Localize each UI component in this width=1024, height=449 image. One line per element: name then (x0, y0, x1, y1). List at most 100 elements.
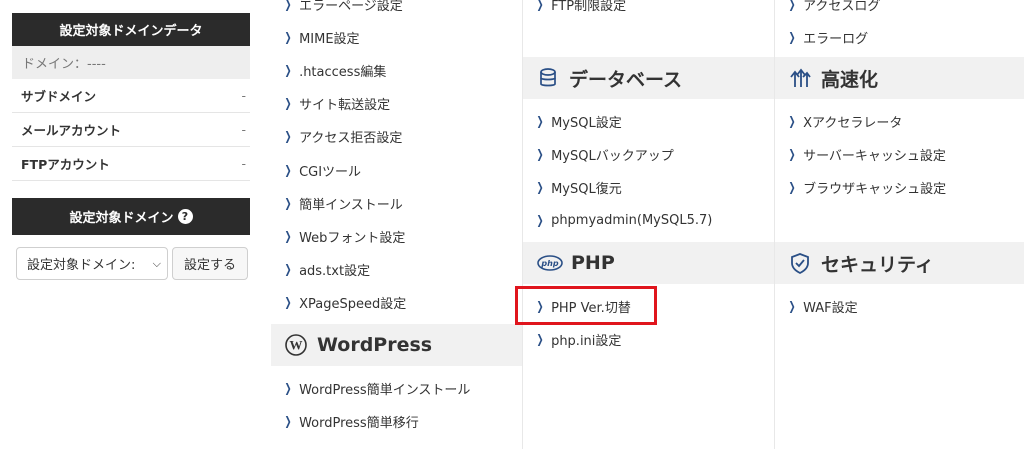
menu-item-label: MIME設定 (299, 31, 360, 47)
chevron-right-icon: ❯ (284, 30, 292, 44)
svg-text:W: W (290, 338, 303, 353)
menu-item[interactable]: ❯ MySQL設定 (535, 111, 622, 131)
section-title: 高速化 (821, 68, 879, 91)
info-row-ftp-account: FTPアカウント - (12, 147, 250, 181)
menu-item-label: ブラウザキャッシュ設定 (803, 181, 947, 197)
chevron-right-icon: ❯ (284, 229, 292, 243)
php-icon: php (537, 255, 563, 271)
menu-item[interactable]: ❯ phpmyadmin(MySQL5.7) (535, 210, 713, 230)
menu-item-label: MySQL復元 (551, 181, 622, 197)
menu-item[interactable]: ❯ サイト転送設定 (283, 93, 391, 113)
menu-item[interactable]: ❯ php.ini設定 (535, 329, 622, 349)
chevron-right-icon: ❯ (284, 196, 292, 210)
menu-item-label: WAF設定 (803, 300, 858, 316)
chevron-right-icon: ❯ (284, 129, 292, 143)
target-domain-data-panel: 設定対象ドメインデータ ドメイン：---- サブドメイン - メールアカウント … (12, 13, 250, 181)
menu-item[interactable]: ❯ WordPress簡単インストール (283, 378, 471, 398)
domain-select-row: 設定対象ドメイン: ⌵ 設定する (16, 247, 248, 280)
menu-item[interactable]: ❯ WordPress簡単移行 (283, 411, 419, 431)
chevron-right-icon: ❯ (284, 381, 292, 395)
chevron-right-icon: ❯ (536, 114, 544, 128)
menu-column-1: ❯ エラーページ設定 ❯ MIME設定 ❯ .htaccess編集 ❯ サイト転送設定 … (271, 0, 522, 449)
set-domain-button[interactable]: 設定する (172, 247, 248, 280)
chevron-right-icon: ❯ (284, 295, 292, 309)
info-row-subdomain: サブドメイン - (12, 79, 250, 113)
chevron-right-icon: ❯ (536, 332, 544, 346)
section-title: PHP (571, 252, 615, 274)
chevron-right-icon: ❯ (788, 147, 796, 161)
menu-item[interactable]: ❯ Xアクセラレータ (787, 111, 903, 131)
menu-item[interactable]: ❯ XPageSpeed設定 (283, 292, 407, 312)
menu-item-label: phpmyadmin(MySQL5.7) (551, 212, 713, 228)
menu-item[interactable]: ❯ サーバーキャッシュ設定 (787, 144, 946, 164)
chevron-right-icon: ❯ (284, 414, 292, 428)
target-domain-panel: 設定対象ドメイン ? (12, 198, 250, 235)
highlight-box (515, 286, 657, 325)
menu-item-label: 簡単インストール (299, 197, 403, 213)
domain-select[interactable]: 設定対象ドメイン: ⌵ (16, 247, 168, 280)
chevron-right-icon: ❯ (788, 0, 796, 11)
chevron-right-icon: ❯ (536, 180, 544, 194)
php-badge-text: php (540, 259, 558, 268)
menu-item[interactable]: ❯ .htaccess編集 (283, 60, 387, 80)
menu-item[interactable]: ❯ ブラウザキャッシュ設定 (787, 177, 947, 197)
chevron-right-icon: ❯ (788, 299, 796, 313)
menu-item-label: FTP制限設定 (551, 0, 627, 14)
section-header-wordpress: W WordPress (271, 324, 522, 366)
chevron-right-icon: ❯ (284, 63, 292, 77)
chevron-right-icon: ❯ (536, 147, 544, 161)
menu-item-label: MySQLバックアップ (551, 148, 674, 164)
menu-item[interactable]: ❯ MySQLバックアップ (535, 144, 674, 164)
chevron-right-icon: ❯ (284, 163, 292, 177)
section-header-speed: 高速化 (775, 57, 1024, 99)
menu-column-3: ❯ アクセスログ ❯ エラーログ 高速化 ❯ Xアクセラレータ ❯ サーバーキャッシュ設… (774, 0, 1024, 449)
menu-item[interactable]: ❯ アクセスログ (787, 0, 881, 14)
menu-item[interactable]: ❯ Webフォント設定 (283, 226, 406, 246)
menu-item[interactable]: ❯ 簡単インストール (283, 193, 403, 213)
menu-item-label: MySQL設定 (551, 115, 622, 131)
menu-item[interactable]: ❯ ads.txt設定 (283, 259, 371, 279)
chevron-right-icon: ❯ (788, 114, 796, 128)
menu-item-label: アクセスログ (803, 0, 881, 14)
menu-item-label: アクセス拒否設定 (299, 130, 403, 146)
menu-item[interactable]: ❯ MIME設定 (283, 27, 360, 47)
target-domain-title: 設定対象ドメイン (69, 211, 174, 226)
help-icon[interactable]: ? (177, 209, 193, 224)
section-header-security: セキュリティ (775, 242, 1024, 284)
menu-item-label: WordPress簡単インストール (299, 382, 471, 398)
info-row-mail-account: メールアカウント - (12, 113, 250, 147)
menu-item[interactable]: ❯ FTP制限設定 (535, 0, 627, 14)
chevron-right-icon: ❯ (284, 262, 292, 276)
menu-item-label: エラーページ設定 (299, 0, 403, 14)
section-title: WordPress (317, 334, 433, 356)
chevron-right-icon: ❯ (788, 30, 796, 44)
target-domain-title-bar: 設定対象ドメイン ? (12, 198, 250, 235)
info-label: サブドメイン (21, 89, 97, 104)
menu-item-label: Xアクセラレータ (803, 115, 903, 131)
info-value: - (241, 122, 246, 137)
menu-item-label: WordPress簡単移行 (299, 415, 419, 431)
speed-icon (790, 68, 811, 87)
menu-item[interactable]: ❯ WAF設定 (787, 296, 858, 316)
domain-select-value: 設定対象ドメイン: (27, 258, 136, 273)
chevron-right-icon: ❯ (536, 213, 544, 227)
menu-item[interactable]: ❯ アクセス拒否設定 (283, 126, 403, 146)
menu-item[interactable]: ❯ CGIツール (283, 160, 362, 180)
chevron-right-icon: ❯ (788, 180, 796, 194)
info-value: - (241, 156, 246, 171)
menu-item-label: エラーログ (803, 31, 869, 47)
menu-item[interactable]: ❯ MySQL復元 (535, 177, 622, 197)
menu-item[interactable]: ❯ エラーページ設定 (283, 0, 403, 14)
info-value: - (241, 88, 246, 103)
chevron-right-icon: ❯ (284, 0, 292, 11)
menu-column-2: ❯ FTP制限設定 データベース ❯ MySQL設定 ❯ MySQLバックアップ ❯ M… (522, 0, 774, 449)
section-header-php: php PHP (523, 242, 774, 284)
domain-row: ドメイン：---- (12, 46, 250, 79)
wordpress-icon: W (285, 334, 307, 356)
menu-item[interactable]: ❯ エラーログ (787, 27, 869, 47)
menu-item-label: Webフォント設定 (299, 230, 406, 246)
shield-icon (791, 253, 809, 274)
chevron-down-icon: ⌵ (150, 257, 161, 271)
menu-item-label: ads.txt設定 (299, 263, 371, 279)
info-label: FTPアカウント (21, 157, 110, 172)
